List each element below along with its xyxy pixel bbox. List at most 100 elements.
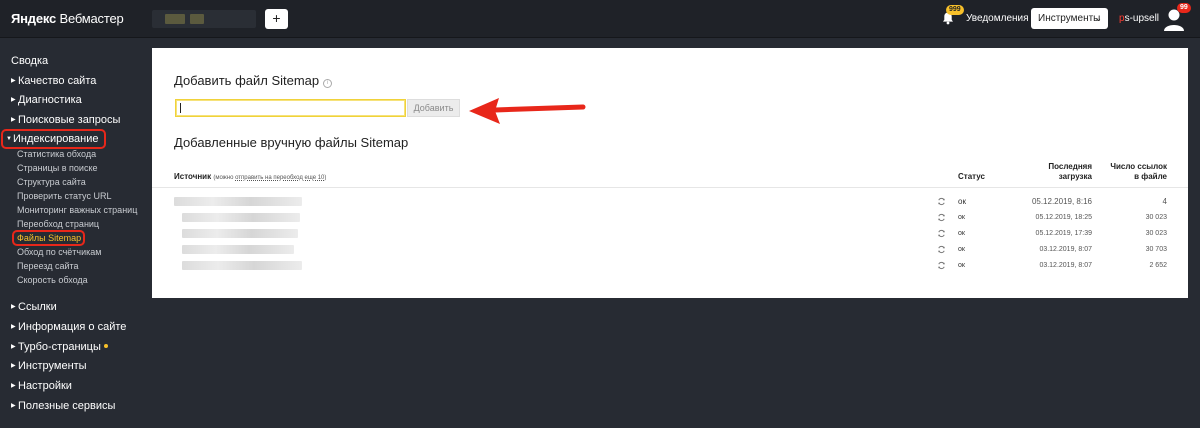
row-status: ок [958, 246, 965, 253]
row-status: ок [958, 262, 965, 269]
sidebar-item-useful-services[interactable]: ▶ Полезные сервисы [11, 400, 115, 412]
recrawl-note-suffix: ) [324, 175, 327, 181]
row-link-count: 30 703 [1145, 246, 1167, 253]
add-site-button[interactable]: + [265, 9, 288, 29]
caret-down-icon: ▼ [6, 136, 12, 142]
sidebar-item-summary[interactable]: Сводка [11, 55, 48, 67]
column-header-link-count-line1: Число ссылок [1110, 162, 1167, 171]
sidebar-item-search-queries[interactable]: ▶ Поисковые запросы [11, 114, 120, 126]
row-last-load: 05.12.2019, 8:16 [1031, 197, 1092, 206]
sidebar-subitem-check-url[interactable]: Проверить статус URL [17, 191, 111, 201]
caret-right-icon: ▶ [11, 97, 16, 103]
source-url-blurred [182, 213, 300, 222]
sidebar-item-label: Поисковые запросы [18, 114, 121, 126]
user-login-rest: s-upsell [1124, 13, 1160, 24]
sidebar-item-diagnostics[interactable]: ▶ Диагностика [11, 94, 82, 106]
caret-right-icon: ▶ [11, 403, 16, 409]
refresh-icon[interactable] [937, 213, 946, 222]
manual-sitemaps-title: Добавленные вручную файлы Sitemap [174, 135, 409, 150]
row-last-load: 03.12.2019, 8:07 [1039, 246, 1092, 253]
caret-right-icon: ▶ [11, 383, 16, 389]
sidebar-subitem-recrawl[interactable]: Переобход страниц [17, 219, 99, 229]
notifications-link[interactable]: Уведомления [966, 13, 1029, 24]
sidebar-item-links[interactable]: ▶ Ссылки [11, 301, 57, 313]
add-sitemap-button[interactable]: Добавить [407, 99, 460, 117]
column-header-status: Статус [958, 172, 985, 181]
sidebar-item-label: Турбо-страницы [18, 341, 101, 353]
caret-right-icon: ▶ [11, 363, 16, 369]
recrawl-link[interactable]: отправить на переобход еще 10 [235, 175, 324, 181]
sitemap-panel: Добавить файл Sitemap i Добавить Добавлен… [152, 48, 1188, 298]
sidebar-subitem-site-structure[interactable]: Структура сайта [17, 177, 86, 187]
column-header-link-count: Число ссылок в файле [1094, 162, 1167, 182]
logo[interactable]: Яндекс Вебмастер [11, 11, 124, 26]
sidebar-item-turbo[interactable]: ▶ Турбо-страницы [11, 341, 108, 353]
row-status: ок [958, 197, 966, 206]
tools-dropdown[interactable]: Инструменты ⌄ [1031, 8, 1108, 29]
table-divider [152, 187, 1188, 188]
sidebar-subitem-pages-in-search[interactable]: Страницы в поиске [17, 163, 98, 173]
avatar-badge: 99 [1177, 3, 1191, 13]
site-name-blur [190, 14, 204, 24]
sidebar-item-label: Диагностика [18, 94, 82, 106]
sidebar-item-settings[interactable]: ▶ Настройки [11, 380, 72, 392]
source-url-blurred [182, 245, 294, 254]
sidebar-item-site-quality[interactable]: ▶ Качество сайта [11, 75, 96, 87]
row-link-count: 30 023 [1145, 230, 1167, 237]
sidebar-subitem-crawl-speed[interactable]: Скорость обхода [17, 275, 88, 285]
caret-right-icon: ▶ [11, 78, 16, 84]
sidebar-item-label: Инструменты [18, 360, 87, 372]
refresh-icon[interactable] [937, 229, 946, 238]
refresh-icon[interactable] [937, 245, 946, 254]
sidebar-item-label: Индексирование [13, 133, 99, 145]
table-row[interactable]: ок 03.12.2019, 8:07 30 703 [152, 242, 1188, 258]
column-header-link-count-line2: в файле [1134, 172, 1167, 181]
sidebar-item-tools[interactable]: ▶ Инструменты [11, 360, 87, 372]
sidebar-subitem-crawl-stats[interactable]: Статистика обхода [17, 149, 96, 159]
sidebar-item-label: Качество сайта [18, 75, 97, 87]
column-header-last-load-line1: Последняя [1048, 162, 1092, 171]
caret-right-icon: ▶ [11, 304, 16, 310]
sidebar-item-label: Ссылки [18, 301, 57, 313]
add-sitemap-title-text: Добавить файл Sitemap [174, 73, 320, 88]
caret-right-icon: ▶ [11, 344, 16, 350]
logo-brand: Яндекс [11, 11, 57, 26]
column-header-last-load: Последняя загрузка [1036, 162, 1092, 182]
tools-label: Инструменты [1038, 13, 1101, 24]
row-link-count: 4 [1162, 197, 1167, 206]
table-row[interactable]: ок 05.12.2019, 8:16 4 [152, 194, 1188, 210]
refresh-icon[interactable] [937, 197, 946, 206]
new-indicator-dot [103, 344, 108, 348]
row-status: ок [958, 214, 965, 221]
site-selector[interactable] [152, 10, 256, 28]
row-link-count: 2 652 [1149, 262, 1167, 269]
sidebar-item-label: Настройки [18, 380, 72, 392]
row-last-load: 03.12.2019, 8:07 [1039, 262, 1092, 269]
row-link-count: 30 023 [1145, 214, 1167, 221]
table-row[interactable]: ок 03.12.2019, 8:07 2 652 [152, 258, 1188, 274]
column-header-source-label: Источник [174, 172, 212, 181]
row-status: ок [958, 230, 965, 237]
table-row[interactable]: ок 05.12.2019, 18:25 30 023 [152, 210, 1188, 226]
sidebar-item-indexing[interactable]: ▼Индексирование [1, 129, 106, 149]
caret-right-icon: ▶ [11, 324, 16, 330]
column-header-source: Источник (можно отправить на переобход е… [174, 172, 326, 181]
sidebar-item-site-info[interactable]: ▶ Информация о сайте [11, 321, 126, 333]
table-row[interactable]: ок 05.12.2019, 17:39 30 023 [152, 226, 1188, 242]
sidebar-subitem-site-move[interactable]: Переезд сайта [17, 261, 79, 271]
sidebar-item-label: Полезные сервисы [18, 400, 116, 412]
annotation-arrow-icon [469, 98, 586, 124]
sitemap-url-input[interactable] [175, 99, 406, 117]
info-icon[interactable]: i [323, 79, 333, 88]
source-url-blurred [182, 261, 302, 270]
sidebar-subitem-sitemap[interactable]: Файлы Sitemap [11, 230, 86, 246]
sidebar-subitem-counter-crawl[interactable]: Обход по счётчикам [17, 247, 101, 257]
refresh-icon[interactable] [937, 261, 946, 270]
notifications-badge: 999 [946, 5, 964, 15]
sidebar-subitem-monitoring[interactable]: Мониторинг важных страниц [17, 205, 137, 215]
user-login[interactable]: ps-upsell [1119, 13, 1159, 24]
top-header: Яндекс Вебмастер + 999 Уведомления Инстр… [0, 0, 1200, 38]
source-url-blurred [182, 229, 298, 238]
caret-right-icon: ▶ [11, 117, 16, 123]
add-sitemap-title: Добавить файл Sitemap i [174, 73, 333, 88]
